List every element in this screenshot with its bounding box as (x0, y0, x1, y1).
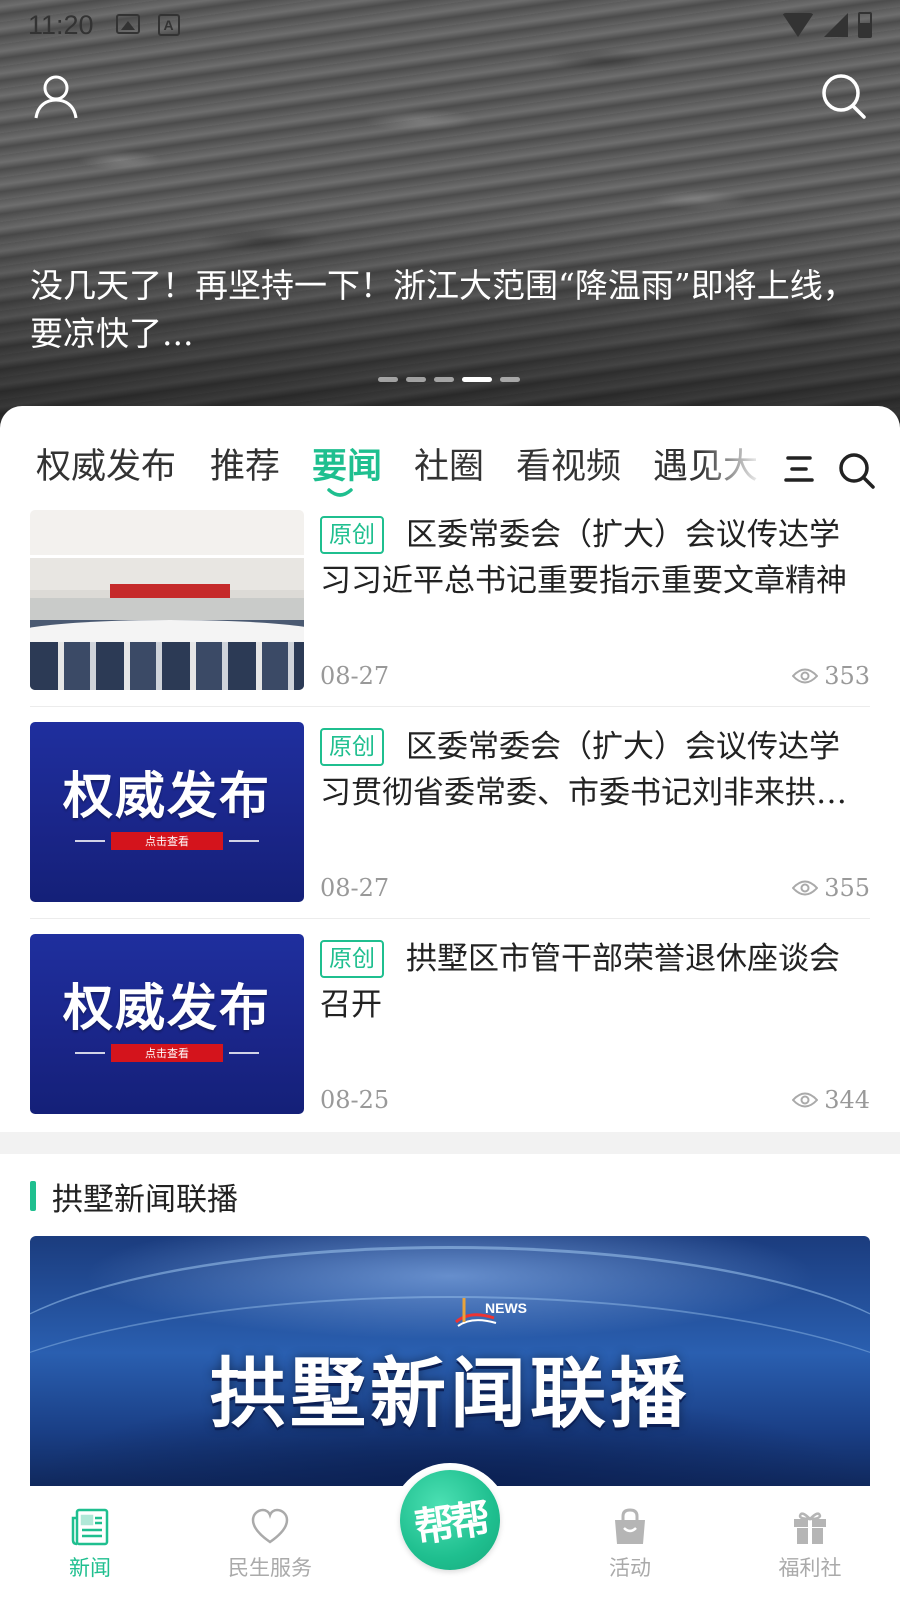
status-time: 11:20 (28, 9, 94, 40)
tab-headlines[interactable]: 要闻 (312, 438, 382, 489)
view-count-value: 344 (824, 1086, 870, 1114)
tab-recommend[interactable]: 推荐 (210, 438, 280, 489)
heart-icon (251, 1508, 289, 1544)
tabs-fade (700, 426, 780, 496)
nav-label: 新闻 (69, 1556, 111, 1580)
section-accent-bar (30, 1181, 36, 1211)
hero-headline[interactable]: 没几天了！再坚持一下！浙江大范围“降温雨”即将上线，要凉快了... (30, 262, 860, 358)
section-separator (0, 1132, 900, 1154)
meeting-attendees (30, 642, 304, 690)
view-count: 344 (792, 1086, 870, 1114)
hero-banner[interactable]: 11:20 A 没几天了！再坚持一下！浙江大范围“降温雨”即将上线，要凉快了..… (0, 0, 900, 430)
status-bar: 11:20 A (0, 0, 900, 50)
news-logo-text: NEWS (485, 1300, 527, 1316)
news-title[interactable]: 区委常委会（扩大）会议传达学习贯彻省委常委、市委书记刘非来拱墅调研时讲话精神 (320, 724, 870, 816)
wifi-icon (782, 13, 814, 37)
nav-label: 活动 (609, 1556, 651, 1580)
banner-title: 拱墅新闻联播 (210, 1349, 690, 1438)
help-center-label: 帮帮 (411, 1496, 490, 1552)
carousel-dot[interactable] (378, 377, 398, 382)
view-count-value: 355 (824, 874, 870, 902)
carousel-dot[interactable] (406, 377, 426, 382)
font-icon: A (157, 14, 180, 36)
nav-welfare[interactable]: 福利社 (750, 1486, 870, 1586)
news-date: 08-27 (320, 874, 390, 902)
thumbnail-button-label: 点击查看 (111, 832, 223, 850)
eye-icon (792, 880, 819, 896)
original-tag: 原创 (320, 728, 384, 766)
tab-authority[interactable]: 权威发布 (36, 438, 176, 489)
news-thumbnail: 权威发布 点击查看 (30, 722, 304, 902)
news-item[interactable]: 区委常委会（扩大）会议传达学习习近平总书记重要指示重要文章精神 原创 08-27… (30, 510, 870, 690)
search-icon[interactable] (818, 70, 870, 122)
section-header: 拱墅新闻联播 (30, 1176, 238, 1218)
thumbnail-title: 权威发布 (63, 767, 271, 825)
eye-icon (792, 1092, 819, 1108)
news-broadcast-banner[interactable]: NEWS 拱墅新闻联播 (30, 1236, 870, 1486)
bag-icon (615, 1508, 645, 1544)
image-icon (115, 14, 140, 34)
meeting-banner (110, 584, 230, 598)
battery-icon (858, 12, 872, 38)
signal-icon (824, 13, 848, 37)
news-date: 08-25 (320, 1086, 390, 1114)
view-count: 353 (792, 662, 870, 690)
nav-news[interactable]: 新闻 (30, 1486, 150, 1586)
carousel-indicator (378, 377, 520, 382)
news-title[interactable]: 区委常委会（扩大）会议传达学习习近平总书记重要指示重要文章精神 (320, 512, 870, 604)
divider (30, 706, 870, 707)
nav-label: 福利社 (778, 1556, 842, 1580)
channel-tabs: 权威发布 推荐 要闻 社圈 看视频 遇见大 (0, 426, 900, 497)
thumbnail-button-label: 点击查看 (111, 1044, 223, 1062)
news-item[interactable]: 权威发布 点击查看 拱墅区市管干部荣誉退休座谈会召开 原创 08-25 344 (30, 934, 870, 1114)
news-thumbnail: 权威发布 点击查看 (30, 934, 304, 1114)
news-thumbnail (30, 510, 304, 690)
carousel-dot[interactable] (500, 377, 520, 382)
original-tag: 原创 (320, 940, 384, 978)
search-icon[interactable] (836, 450, 876, 490)
carousel-dot[interactable] (434, 377, 454, 382)
nav-services[interactable]: 民生服务 (210, 1486, 330, 1586)
news-feed: 权威发布 推荐 要闻 社圈 看视频 遇见大 区委常委会（扩大）会议传达学习习近平… (0, 406, 900, 1486)
active-tab-indicator (327, 488, 353, 497)
news-item[interactable]: 权威发布 点击查看 区委常委会（扩大）会议传达学习贯彻省委常委、市委书记刘非来拱… (30, 722, 870, 902)
carousel-dot[interactable] (462, 377, 492, 382)
nav-activities[interactable]: 活动 (570, 1486, 690, 1586)
news-date: 08-27 (320, 662, 390, 690)
thumbnail-title: 权威发布 (63, 979, 271, 1037)
divider (30, 918, 870, 919)
tab-video[interactable]: 看视频 (516, 438, 621, 489)
tab-community[interactable]: 社圈 (414, 438, 484, 489)
original-tag: 原创 (320, 516, 384, 554)
eye-icon (792, 668, 819, 684)
section-title: 拱墅新闻联播 (52, 1181, 238, 1218)
gift-icon (794, 1512, 826, 1544)
menu-icon[interactable] (782, 454, 816, 484)
view-count-value: 353 (824, 662, 870, 690)
nav-label: 民生服务 (228, 1556, 312, 1580)
help-center-button[interactable]: 帮帮 (400, 1470, 500, 1570)
newspaper-icon (71, 1508, 109, 1546)
news-title[interactable]: 拱墅区市管干部荣誉退休座谈会召开 (320, 936, 870, 1028)
user-icon[interactable] (30, 70, 82, 122)
view-count: 355 (792, 874, 870, 902)
